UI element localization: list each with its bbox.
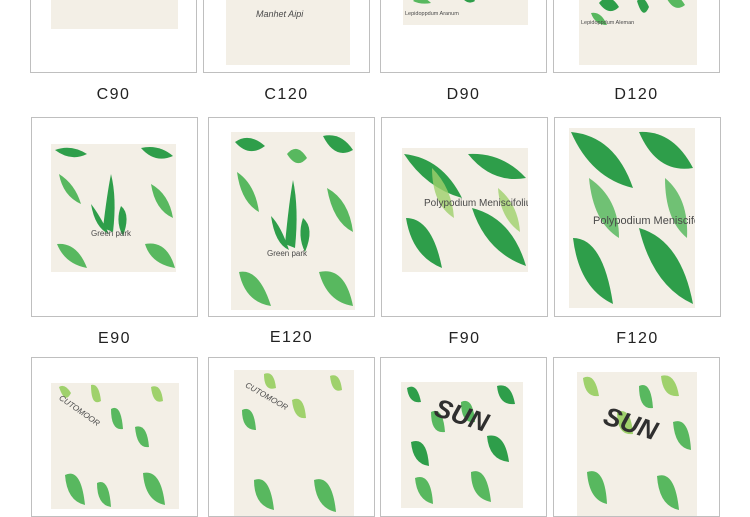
product-code-label: E90: [98, 330, 131, 347]
product-code-label: E120: [269, 329, 314, 346]
product-card-f120[interactable]: Polypodium Meniscifolium: [554, 117, 721, 317]
product-code-label: C90: [96, 86, 131, 103]
product-card-c90[interactable]: [30, 0, 197, 73]
curtain-image: Green park: [231, 132, 355, 310]
product-card-f90[interactable]: Polypodium Meniscifolium: [381, 117, 548, 317]
product-card-e120[interactable]: Green park: [208, 117, 375, 317]
curtain-image: SUN: [401, 382, 523, 508]
product-card-c120[interactable]: Manhet Aipi: [203, 0, 370, 73]
curtain-print-text: Lepidoppdum Aleman: [581, 20, 634, 26]
curtain-image: Lepidoppdum Aleman: [579, 0, 697, 65]
curtain-image: Polypodium Meniscifolium: [569, 128, 695, 308]
curtain-image: CUTOMOOR: [51, 383, 179, 509]
curtain-print-text: Polypodium Meniscifolium: [593, 215, 695, 227]
product-card-g120[interactable]: CUTOMOOR: [208, 357, 375, 517]
product-code-label: F90: [448, 330, 481, 347]
curtain-script-text: Manhet Aipi: [256, 9, 304, 19]
product-card-e90[interactable]: Green park: [31, 117, 198, 317]
curtain-print-text: Lepidoppdum Aranum: [405, 11, 459, 17]
product-card-h120[interactable]: SUN: [553, 357, 720, 517]
curtain-image: Polypodium Meniscifolium: [402, 148, 528, 272]
curtain-print-text: Green park: [267, 249, 308, 258]
curtain-image: Green park: [51, 144, 176, 272]
product-card-h90[interactable]: SUN: [380, 357, 547, 517]
curtain-print-text: SUN: [600, 401, 663, 447]
product-code-label: C120: [264, 86, 309, 103]
curtain-image: Manhet Aipi: [226, 0, 350, 65]
product-card-d90[interactable]: Lepidoppdum Aranum: [380, 0, 547, 73]
product-card-d120[interactable]: Lepidoppdum Aleman: [553, 0, 720, 73]
curtain-image: [51, 0, 178, 29]
product-code-label: D120: [614, 86, 659, 103]
product-card-g90[interactable]: CUTOMOOR: [31, 357, 198, 517]
curtain-image: SUN: [577, 372, 697, 516]
curtain-image: CUTOMOOR: [234, 370, 354, 516]
product-code-label: F120: [616, 330, 659, 347]
product-code-label: D90: [446, 86, 481, 103]
curtain-image: Lepidoppdum Aranum: [403, 0, 528, 25]
curtain-print-text: Green park: [91, 229, 132, 238]
curtain-print-text: Polypodium Meniscifolium: [424, 198, 528, 209]
